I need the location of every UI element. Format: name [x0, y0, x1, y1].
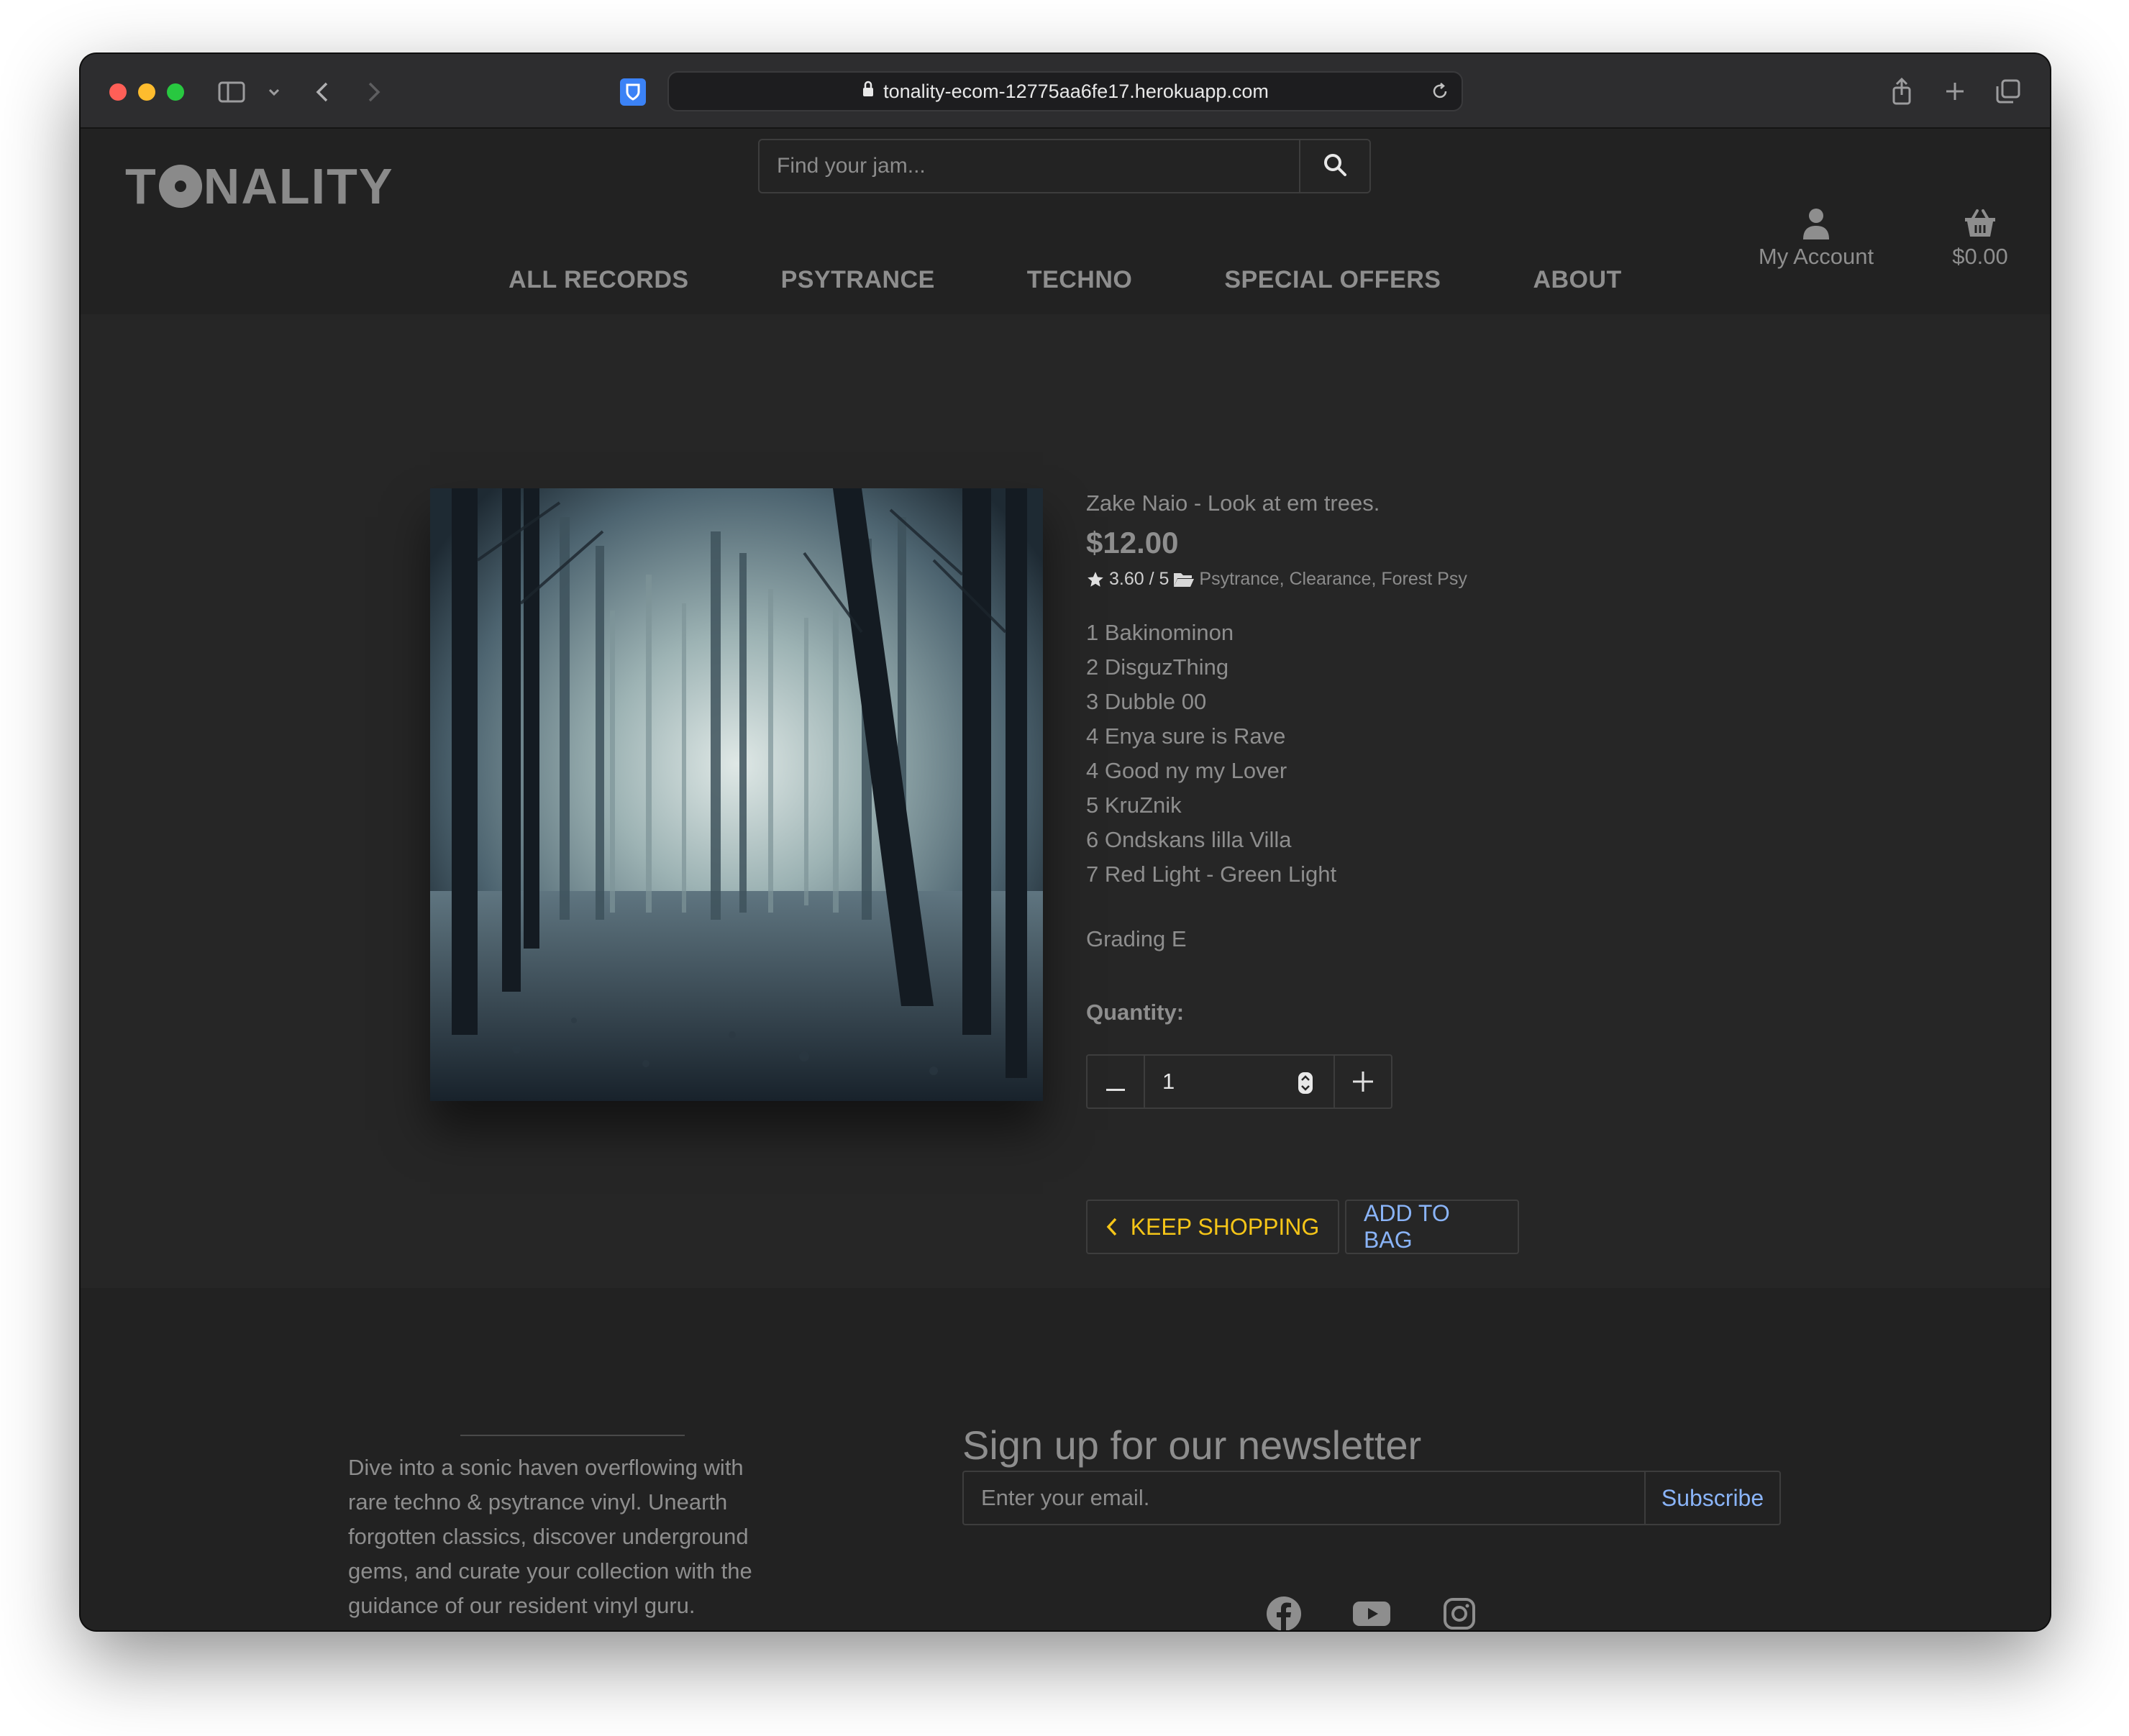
forward-icon[interactable]: [361, 78, 387, 106]
product-price: $12.00: [1086, 526, 1179, 559]
category-separator: ,: [1279, 569, 1290, 589]
star-icon: [1086, 570, 1105, 589]
footer-blurb: Dive into a sonic haven overflowing with…: [348, 1455, 752, 1630]
footer-divider: [460, 1435, 685, 1436]
track-item: 1 Bakinominon: [1086, 620, 1234, 645]
newsletter-title: Sign up for our newsletter: [962, 1422, 1422, 1468]
track-item: 2 DisguzThing: [1086, 654, 1229, 680]
back-icon[interactable]: [309, 78, 335, 106]
product-meta: 3.60 / 5 Psytrance, Clearance, Forest Ps…: [1086, 569, 1733, 590]
lock-icon: [862, 81, 875, 103]
site-header: TNALITY My Account $0.00 ALL RECORDS: [81, 129, 2050, 314]
folder-icon: [1173, 571, 1195, 588]
search-form: [758, 139, 1371, 193]
track-item: 3 Dubble 00: [1086, 689, 1207, 714]
main-nav: ALL RECORDS PSYTRANCE TECHNO SPECIAL OFF…: [81, 251, 2050, 309]
quantity-input[interactable]: 1: [1144, 1056, 1335, 1107]
product-grading: Grading E: [1086, 926, 1187, 951]
nav-special-offers[interactable]: SPECIAL OFFERS: [1178, 251, 1487, 309]
increment-button[interactable]: [1335, 1056, 1391, 1107]
product-actions: KEEP SHOPPING ADD TO BAG: [1086, 1200, 1733, 1254]
tab-overview-icon[interactable]: [1994, 77, 2023, 106]
newsletter-form: Subscribe: [962, 1471, 1781, 1525]
youtube-icon[interactable]: [1352, 1594, 1391, 1630]
product-info: Zake Naio - Look at em trees. $12.00 3.6…: [1086, 487, 1733, 1254]
search-input[interactable]: [760, 140, 1299, 192]
new-tab-icon[interactable]: [1942, 78, 1968, 104]
vinyl-disc-icon: [158, 165, 202, 208]
nav-psytrance[interactable]: PSYTRANCE: [735, 251, 981, 309]
category-link-forest-psy[interactable]: Forest Psy: [1381, 569, 1467, 590]
add-to-bag-button[interactable]: ADD TO BAG: [1345, 1200, 1519, 1254]
track-item: 4 Enya sure is Rave: [1086, 723, 1286, 749]
track-item: 6 Ondskans lilla Villa: [1086, 827, 1292, 852]
track-item: 5 KruZnik: [1086, 792, 1182, 818]
close-window-button[interactable]: [109, 83, 127, 101]
nav-techno[interactable]: TECHNO: [981, 251, 1179, 309]
instagram-icon[interactable]: [1440, 1594, 1479, 1630]
category-link-psytrance[interactable]: Psytrance: [1199, 569, 1279, 590]
share-icon[interactable]: [1889, 76, 1915, 107]
keep-shopping-button[interactable]: KEEP SHOPPING: [1086, 1200, 1339, 1254]
password-manager-icon[interactable]: [620, 78, 646, 106]
subscribe-button[interactable]: Subscribe: [1644, 1472, 1779, 1524]
site-logo[interactable]: T NALITY: [125, 157, 394, 215]
search-button[interactable]: [1299, 140, 1369, 192]
email-field[interactable]: [964, 1472, 1644, 1524]
spinner-icon[interactable]: [1298, 1072, 1313, 1100]
address-bar[interactable]: tonality-ecom-12775aa6fe17.herokuapp.com: [667, 71, 1463, 111]
minimize-window-button[interactable]: [138, 83, 155, 101]
zoom-window-button[interactable]: [167, 83, 184, 101]
add-to-bag-label: ADD TO BAG: [1364, 1200, 1450, 1253]
category-link-clearance[interactable]: Clearance: [1289, 569, 1371, 590]
minus-icon: [1106, 1064, 1125, 1100]
browser-toolbar: tonality-ecom-12775aa6fe17.herokuapp.com: [81, 54, 2050, 129]
product-rating: 3.60 / 5: [1109, 569, 1170, 589]
basket-icon: [1941, 208, 2020, 241]
product-image: [430, 488, 1043, 1101]
sidebar-toggle-icon[interactable]: [217, 80, 246, 104]
nav-about[interactable]: ABOUT: [1487, 251, 1667, 309]
nav-all-records[interactable]: ALL RECORDS: [462, 251, 734, 309]
quantity-label: Quantity:: [1086, 1000, 1185, 1025]
plus-icon: [1353, 1064, 1373, 1100]
browser-window: tonality-ecom-12775aa6fe17.herokuapp.com…: [81, 54, 2050, 1630]
decrement-button[interactable]: [1088, 1056, 1144, 1107]
chevron-down-icon[interactable]: [266, 83, 282, 101]
quantity-value: 1: [1162, 1069, 1175, 1094]
quantity-stepper: 1: [1086, 1054, 1392, 1109]
track-item: 4 Good ny my Lover: [1086, 758, 1287, 783]
category-separator: ,: [1371, 569, 1382, 589]
search-icon: [1323, 152, 1347, 181]
facebook-icon[interactable]: [1264, 1594, 1303, 1630]
tracklist: 1 Bakinominon 2 DisguzThing 3 Dubble 00 …: [1086, 616, 1733, 892]
product-title: Zake Naio - Look at em trees.: [1086, 490, 1380, 516]
user-icon: [1748, 208, 1884, 241]
chevron-left-icon: [1106, 1217, 1118, 1237]
track-item: 7 Red Light - Green Light: [1086, 862, 1337, 887]
url-text: tonality-ecom-12775aa6fe17.herokuapp.com: [883, 80, 1269, 102]
keep-shopping-label: KEEP SHOPPING: [1130, 1213, 1320, 1240]
product-detail: Zake Naio - Look at em trees. $12.00 3.6…: [81, 314, 2050, 1288]
site-footer: Dive into a sonic haven overflowing with…: [81, 1288, 2050, 1630]
reload-icon[interactable]: [1430, 81, 1450, 106]
